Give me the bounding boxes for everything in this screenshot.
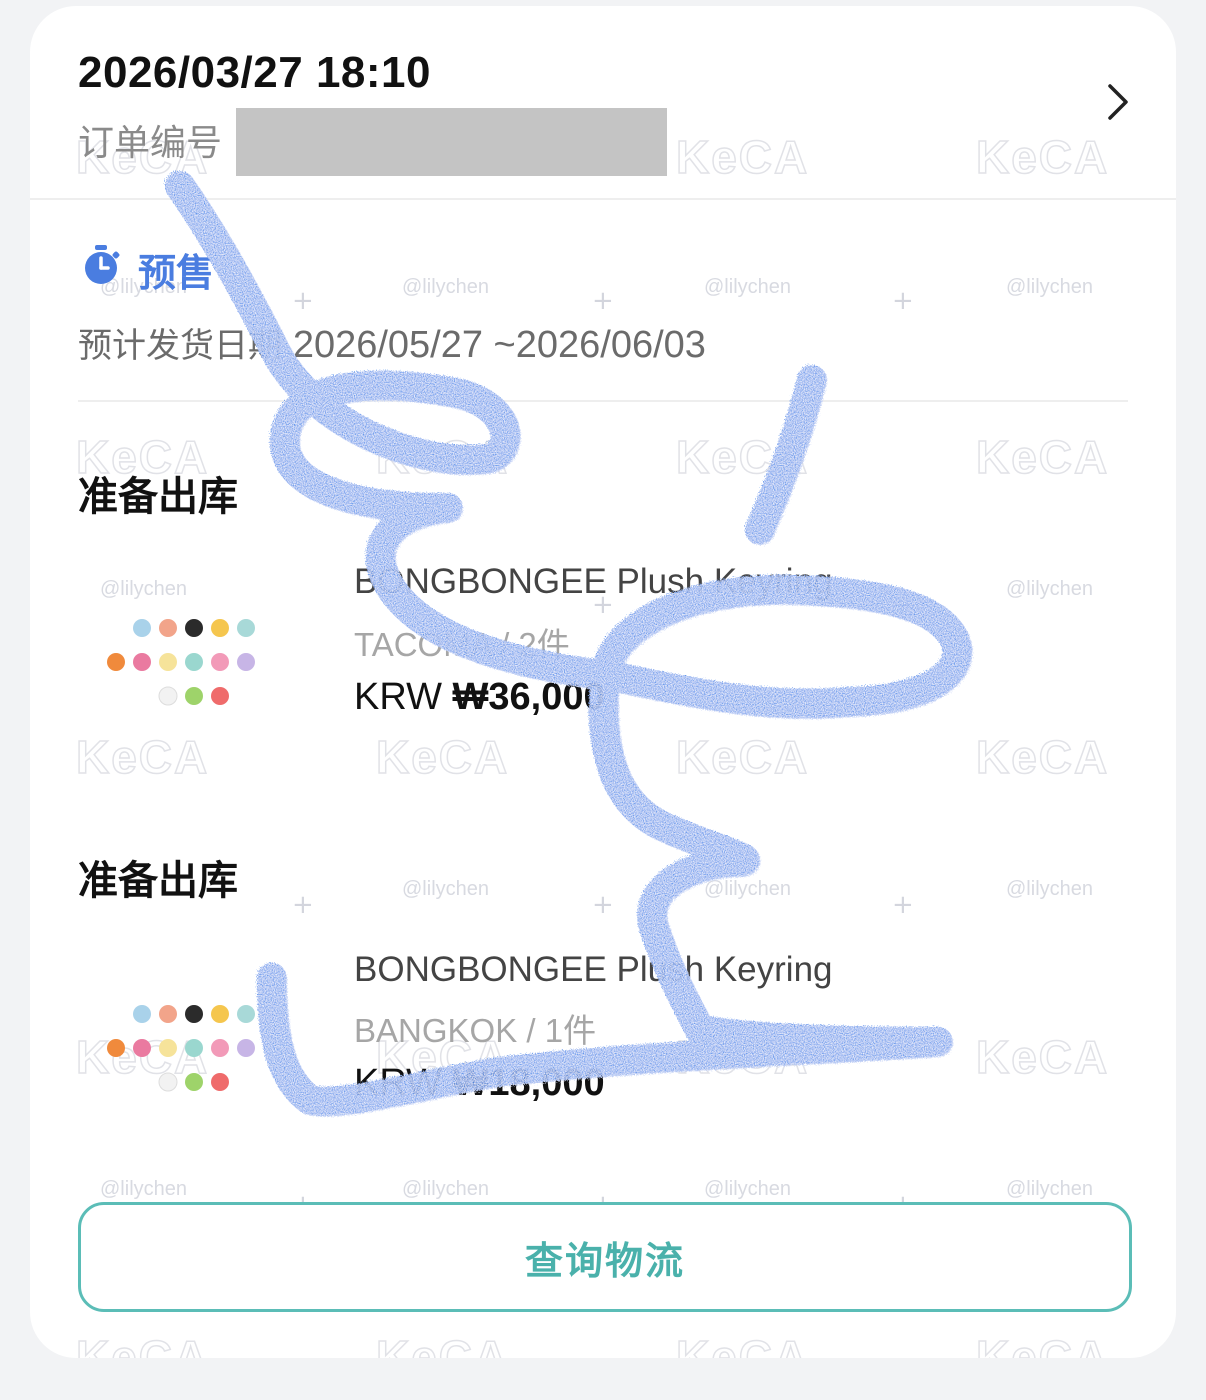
user-watermark: @lilychen bbox=[704, 276, 792, 298]
item-status: 准备出库 bbox=[78, 858, 238, 904]
user-watermark: @lilychen bbox=[100, 1178, 188, 1200]
brand-watermark: KeCA bbox=[675, 430, 810, 484]
stopwatch-icon bbox=[85, 245, 120, 284]
item-variant: BANGKOK / 1件 bbox=[354, 1012, 597, 1049]
presale-label: 预售 bbox=[138, 251, 215, 295]
divider bbox=[78, 400, 1128, 402]
product-thumbnail bbox=[107, 619, 255, 706]
brand-watermark: KeCA bbox=[975, 430, 1110, 484]
item-price: KRW ₩18,000 bbox=[354, 1062, 605, 1105]
brand-watermark: KeCA bbox=[75, 1330, 210, 1358]
plus-watermark-icon: + bbox=[592, 890, 614, 920]
user-watermark: @lilychen bbox=[100, 578, 188, 600]
price-amount: ₩36,000 bbox=[452, 676, 605, 718]
user-watermark: @lilychen bbox=[1006, 276, 1094, 298]
brand-watermark: KeCA bbox=[375, 430, 510, 484]
product-thumbnail bbox=[107, 1005, 255, 1092]
estimated-ship-date: 预计发货日期 2026/05/27 ~2026/06/03 bbox=[78, 318, 706, 367]
order-datetime: 2026/03/27 18:10 bbox=[78, 48, 431, 97]
brand-watermark: KeCA bbox=[975, 130, 1110, 184]
order-number-label: 订单编号 bbox=[78, 123, 223, 164]
brand-watermark: KeCA bbox=[675, 1330, 810, 1358]
brand-watermark: KeCA bbox=[675, 730, 810, 784]
item-price: KRW ₩36,000 bbox=[354, 676, 605, 719]
plus-watermark-icon: + bbox=[292, 890, 314, 920]
item-variant: TACOMA / 2件 bbox=[354, 626, 570, 663]
order-card: KeCA KeCA KeCA KeCA KeCA KeCA KeCA KeCA … bbox=[30, 6, 1176, 1358]
plus-watermark-icon: + bbox=[292, 286, 314, 316]
plus-watermark-icon: + bbox=[892, 286, 914, 316]
user-watermark: @lilychen bbox=[402, 276, 490, 298]
brand-watermark: KeCA bbox=[975, 1030, 1110, 1084]
user-watermark: @lilychen bbox=[402, 1178, 490, 1200]
user-watermark: @lilychen bbox=[1006, 1178, 1094, 1200]
divider bbox=[30, 198, 1176, 200]
price-amount: ₩18,000 bbox=[452, 1062, 605, 1104]
brand-watermark: KeCA bbox=[975, 1330, 1110, 1358]
brand-watermark: KeCA bbox=[675, 130, 810, 184]
user-watermark: @lilychen bbox=[704, 878, 792, 900]
user-watermark: @lilychen bbox=[402, 878, 490, 900]
price-currency: KRW bbox=[354, 676, 442, 718]
brand-watermark: KeCA bbox=[375, 730, 510, 784]
brand-watermark: KeCA bbox=[975, 730, 1110, 784]
user-watermark: @lilychen bbox=[1006, 578, 1094, 600]
user-watermark: @lilychen bbox=[1006, 878, 1094, 900]
item-status: 准备出库 bbox=[78, 474, 238, 520]
plus-watermark-icon: + bbox=[892, 890, 914, 920]
track-shipment-button[interactable]: 查询物流 bbox=[78, 1202, 1132, 1312]
brand-watermark: KeCA bbox=[375, 1330, 510, 1358]
chevron-right-icon[interactable] bbox=[1098, 82, 1138, 122]
keyring-plush-cluster bbox=[107, 1005, 255, 1092]
item-name: BONGBONGEE Plush Keyring bbox=[354, 950, 833, 989]
order-number-redacted bbox=[236, 108, 667, 176]
plus-watermark-icon: + bbox=[892, 590, 914, 620]
ship-date-range: 2026/05/27 ~2026/06/03 bbox=[292, 324, 706, 366]
keyring-plush-cluster bbox=[107, 619, 255, 706]
brand-watermark: KeCA bbox=[675, 1030, 810, 1084]
item-name: BONGBONGEE Plush Keyring bbox=[354, 562, 833, 601]
plus-watermark-icon: + bbox=[592, 286, 614, 316]
user-watermark: @lilychen bbox=[704, 1178, 792, 1200]
ship-date-label: 预计发货日期 bbox=[78, 326, 282, 366]
price-currency: KRW bbox=[354, 1062, 442, 1104]
